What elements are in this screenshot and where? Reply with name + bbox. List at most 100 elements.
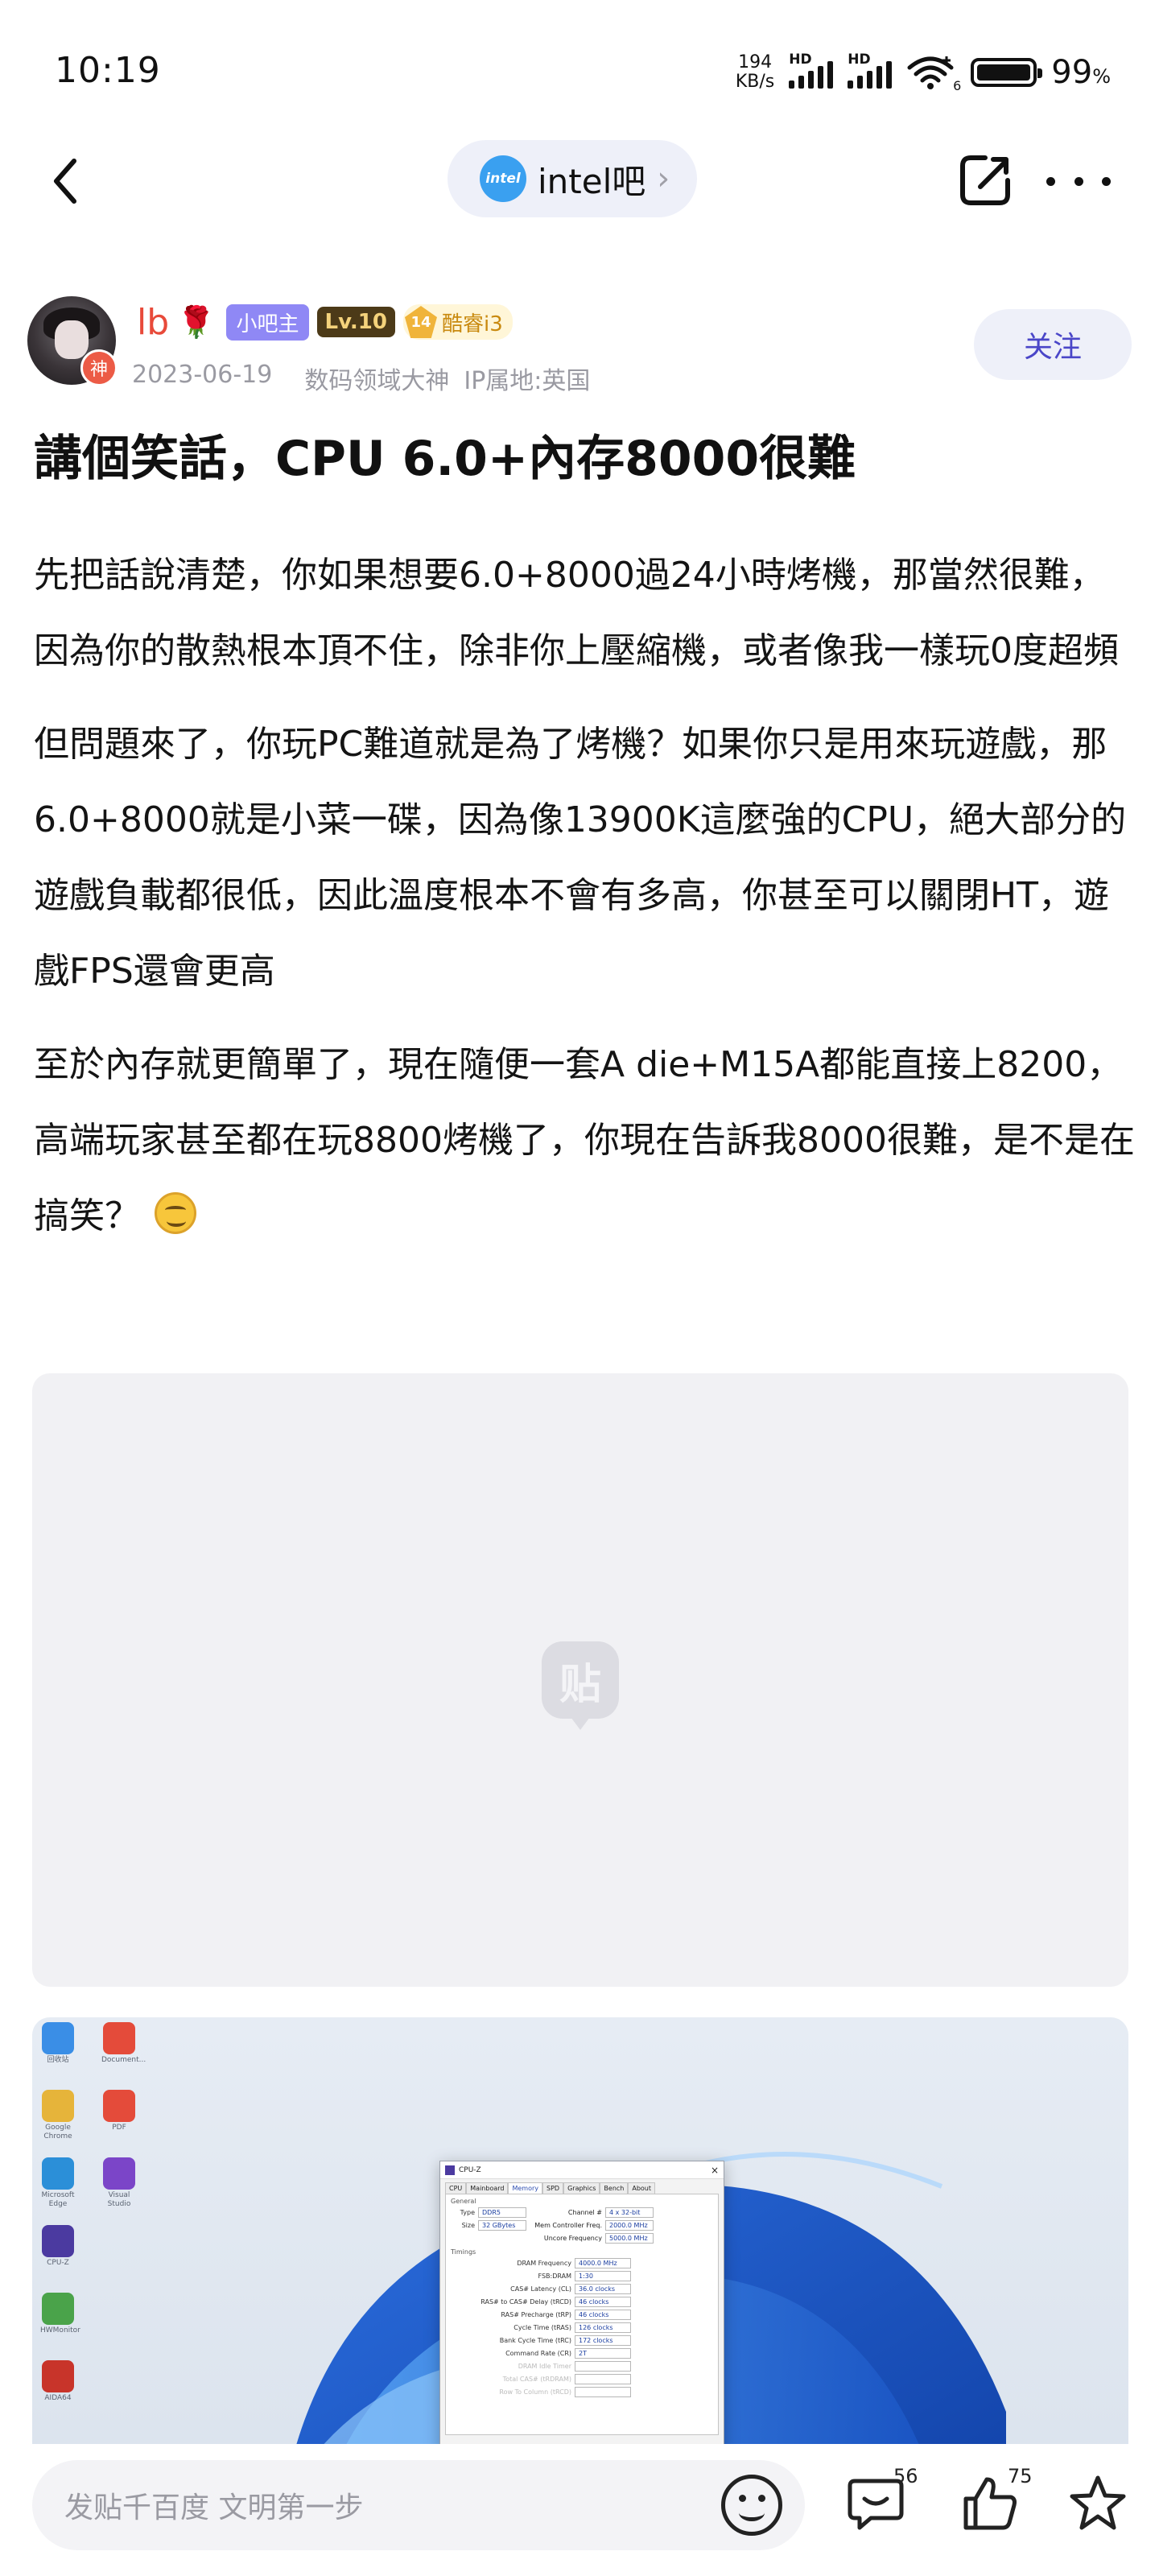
cpuz-timings: DRAM Frequency 4000.0 MHz FSB:DRAM 1:30 CAS#… xyxy=(451,2258,713,2397)
cpuz-timing-label: RAS# to CAS# Delay (tRCD) xyxy=(481,2298,571,2306)
post-paragraph: 先把話說清楚，你如果想要6.0+8000過24小時烤機，那當然很難，因為你的散熱… xyxy=(34,555,1119,671)
ip-location: IP属地:英国 xyxy=(464,367,591,395)
status-indicators: 194 KB/s HD HD 6 99% xyxy=(735,52,1111,93)
author-title: 数码领域大神 xyxy=(304,367,450,395)
smiley-emoji-icon xyxy=(155,1192,196,1234)
cpuz-timing-label: Cycle Time (tRAS) xyxy=(514,2324,571,2331)
author-header: 神 lb 🌹 小吧主 Lv.10 14 酷睿i3 2023-06-19 数码领域… xyxy=(27,296,1132,401)
cpuz-timing-label: Row To Column (tRCD) xyxy=(499,2388,571,2396)
cpuz-timing-label: FSB:DRAM xyxy=(538,2273,572,2280)
cpuz-timing-value: 2T xyxy=(575,2348,631,2359)
desktop-icon-label: HWMonitor xyxy=(40,2326,80,2334)
desktop-icon: PDF xyxy=(101,2090,137,2132)
desktop-icon: 回收站 xyxy=(40,2022,76,2065)
tab-about: About xyxy=(628,2182,656,2194)
tab-cpu: CPU xyxy=(445,2182,467,2194)
cpuz-timing-value: 172 clocks xyxy=(575,2335,631,2346)
desktop-icon-label: CPU-Z xyxy=(47,2259,69,2267)
desktop-icon-label: Microsoft Edge xyxy=(41,2191,75,2208)
rose-icon: 🌹 xyxy=(177,303,216,340)
forum-name: intel吧 xyxy=(538,161,646,201)
cpuz-timing-row: Row To Column (tRCD) xyxy=(451,2387,713,2397)
desktop-icon: Microsoft Edge xyxy=(40,2157,76,2209)
comment-count: 56 xyxy=(893,2465,918,2487)
battery-icon xyxy=(971,58,1043,87)
cpuz-timing-row: Cycle Time (tRAS) 126 clocks xyxy=(451,2322,713,2333)
back-icon[interactable] xyxy=(42,153,90,209)
follow-button[interactable]: 关注 xyxy=(974,309,1132,380)
cpuz-timing-label: RAS# Precharge (tRP) xyxy=(501,2311,571,2318)
desktop-icon: Google Chrome xyxy=(40,2090,76,2141)
owner-badge: 小吧主 xyxy=(226,303,309,341)
app-icon xyxy=(103,2022,135,2054)
desktop-icon-label: AIDA64 xyxy=(44,2394,72,2402)
cpuz-timing-row: RAS# Precharge (tRP) 46 clocks xyxy=(451,2310,713,2320)
cpuz-timing-label: DRAM Idle Timer xyxy=(518,2363,571,2370)
share-icon[interactable] xyxy=(956,151,1014,209)
bottom-bar: 发贴千百度 文明第一步 56 75 xyxy=(0,2444,1159,2576)
image-placeholder[interactable]: 贴 xyxy=(32,1373,1128,1987)
god-badge: 神 xyxy=(80,349,118,386)
tab-spd: SPD xyxy=(542,2182,564,2194)
signal-icon: HD xyxy=(789,52,834,89)
emoji-icon[interactable] xyxy=(721,2475,782,2536)
wifi-badge: 6 xyxy=(953,78,962,93)
network-speed: 194 KB/s xyxy=(735,52,775,92)
wifi-icon: 6 xyxy=(906,55,961,93)
post-body: 先把話說清楚，你如果想要6.0+8000過24小時烤機，那當然很難，因為你的散熱… xyxy=(34,538,1136,1272)
desktop-icon-label: Google Chrome xyxy=(43,2124,72,2140)
post-date: 2023-06-19 xyxy=(132,361,273,389)
cpuz-timing-row: Total CAS# (tRDRAM) xyxy=(451,2374,713,2384)
post-paragraph: 至於內存就更簡單了，現在隨便一套A die+M15A都能直接上8200，高端玩家… xyxy=(34,1044,1135,1236)
desktop-icon: Visual Studio xyxy=(101,2157,137,2209)
author-name[interactable]: lb xyxy=(137,302,169,343)
cpuz-timing-value: 4000.0 MHz xyxy=(575,2258,631,2268)
app-icon xyxy=(42,2090,74,2122)
favorite-button[interactable] xyxy=(1066,2471,1138,2544)
comment-input[interactable]: 发贴千百度 文明第一步 xyxy=(32,2460,805,2550)
tab-bench: Bench xyxy=(600,2182,629,2194)
cpuz-tabs: CPU Mainboard Memory SPD Graphics Bench … xyxy=(440,2179,724,2194)
desktop-icon: HWMonitor xyxy=(40,2293,80,2335)
app-icon xyxy=(103,2090,135,2122)
more-icon[interactable] xyxy=(1046,161,1111,201)
tab-memory: Memory xyxy=(508,2182,543,2194)
cpuz-timing-row: CAS# Latency (CL) 36.0 clocks xyxy=(451,2284,713,2294)
desktop-icon: AIDA64 xyxy=(40,2360,76,2403)
cpuz-timing-row: RAS# to CAS# Delay (tRCD) 46 clocks xyxy=(451,2297,713,2307)
like-button[interactable]: 75 xyxy=(958,2465,1033,2544)
desktop-icon: CPU-Z xyxy=(40,2225,76,2268)
chevron-right-icon: › xyxy=(657,160,670,197)
app-icon xyxy=(42,2360,74,2392)
cpuz-titlebar: CPU-Z × xyxy=(440,2161,724,2179)
status-bar: 10:19 194 KB/s HD HD 6 99% xyxy=(0,0,1159,145)
comment-button[interactable]: 56 xyxy=(843,2465,918,2544)
signal-icon-2: HD xyxy=(848,52,893,89)
post-image[interactable]: 回收站 Document... Google Chrome PDF Microsoft … xyxy=(32,2017,1128,2444)
intel-logo-icon: intel xyxy=(480,155,526,202)
cool-badge: 14 酷睿i3 xyxy=(402,304,513,340)
app-icon xyxy=(42,2022,74,2054)
cpuz-timing-value: 46 clocks xyxy=(575,2297,631,2307)
author-name-row: lb 🌹 小吧主 Lv.10 14 酷睿i3 xyxy=(137,299,513,345)
avatar[interactable]: 神 xyxy=(27,296,118,386)
battery-percent: 99% xyxy=(1051,54,1111,91)
cpuz-timing-value: 36.0 clocks xyxy=(575,2284,631,2294)
cpuz-timing-value xyxy=(575,2374,631,2384)
post-paragraph: 但問題來了，你玩PC難道就是為了烤機？如果你只是用來玩遊戲，那6.0+8000就… xyxy=(34,724,1127,992)
desktop-icon: Document... xyxy=(101,2022,146,2065)
cpuz-timing-value xyxy=(575,2361,631,2372)
cpuz-timing-row: DRAM Idle Timer xyxy=(451,2361,713,2372)
cpuz-timing-row: FSB:DRAM 1:30 xyxy=(451,2271,713,2281)
cpuz-timing-row: Bank Cycle Time (tRC) 172 clocks xyxy=(451,2335,713,2346)
level-badge: Lv.10 xyxy=(316,307,395,337)
forum-link[interactable]: intel intel吧 › xyxy=(448,140,698,217)
cpuz-memory-panel: General Type DDR5 Channel # 4 x 32-bit S… xyxy=(445,2194,719,2435)
app-icon xyxy=(42,2157,74,2190)
tieba-logo-icon: 贴 xyxy=(542,1641,619,1730)
cpuz-timing-value: 126 clocks xyxy=(575,2322,631,2333)
author-meta: 2023-06-19 数码领域大神 IP属地:英国 xyxy=(132,361,590,396)
like-count: 75 xyxy=(1008,2465,1033,2487)
top-nav: intel intel吧 › xyxy=(0,137,1159,225)
cpuz-timing-row: Command Rate (CR) 2T xyxy=(451,2348,713,2359)
